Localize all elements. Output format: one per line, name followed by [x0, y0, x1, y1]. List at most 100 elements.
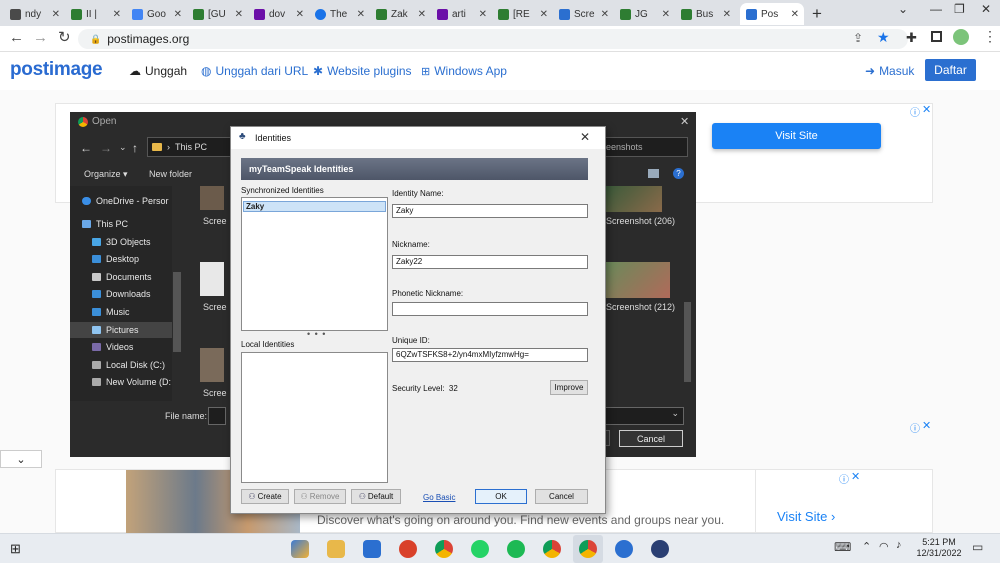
- ok-button[interactable]: OK: [475, 489, 527, 504]
- teamspeak-icon[interactable]: [615, 540, 633, 558]
- list-item[interactable]: Zaky: [243, 201, 386, 212]
- nav-item-local-disk[interactable]: Local Disk (C:): [92, 360, 165, 370]
- close-tab-icon[interactable]: ✕: [235, 9, 243, 20]
- file-explorer-icon[interactable]: [327, 540, 345, 558]
- whatsapp-icon[interactable]: [471, 540, 489, 558]
- collapse-button[interactable]: ⌄: [0, 450, 42, 468]
- ad-info-icon[interactable]: ⓘ: [910, 104, 920, 119]
- windows-app-link[interactable]: ⊞ Windows App: [421, 64, 507, 78]
- help-icon[interactable]: ?: [673, 168, 684, 179]
- up-icon[interactable]: ↑: [132, 141, 138, 155]
- browser-tab[interactable]: The ✕: [309, 3, 370, 25]
- browser-tab[interactable]: [GU ✕: [187, 3, 248, 25]
- splitter-handle[interactable]: • • •: [307, 329, 326, 339]
- close-tab-icon[interactable]: ✕: [418, 9, 426, 20]
- close-tab-icon[interactable]: ✕: [479, 9, 487, 20]
- close-tab-icon[interactable]: ✕: [540, 9, 548, 20]
- close-tab-icon[interactable]: ✕: [662, 9, 670, 20]
- close-tab-icon[interactable]: ✕: [113, 9, 121, 20]
- star-icon[interactable]: ★: [877, 29, 890, 46]
- local-list[interactable]: [241, 352, 388, 483]
- new-folder-button[interactable]: New folder: [149, 169, 192, 179]
- close-tab-icon[interactable]: ✕: [791, 9, 799, 20]
- remove-button[interactable]: ⚇ Remove: [294, 489, 346, 504]
- nav-item-desktop[interactable]: Desktop: [92, 254, 139, 264]
- search-box[interactable]: reenshots: [596, 137, 688, 157]
- nav-item-this-pc[interactable]: This PC: [82, 219, 128, 229]
- address-bar[interactable]: 🔒 postimages.org: [78, 29, 908, 49]
- chevron-down-icon[interactable]: ⌄: [119, 142, 127, 153]
- browser-tab[interactable]: Scre ✕: [553, 3, 614, 25]
- browser-tab[interactable]: dov ✕: [248, 3, 309, 25]
- browser-tab[interactable]: Goo ✕: [126, 3, 187, 25]
- menu-icon[interactable]: ⋮: [983, 28, 997, 45]
- mail-icon[interactable]: [363, 540, 381, 558]
- content-scrollbar[interactable]: [684, 302, 691, 382]
- ad-close-icon[interactable]: ✕: [922, 419, 931, 432]
- thumbnail[interactable]: [200, 262, 224, 296]
- browser-tab[interactable]: II | ✕: [65, 3, 126, 25]
- nav-item-pictures[interactable]: Pictures: [92, 325, 139, 335]
- nav-item-3d-objects[interactable]: 3D Objects: [92, 237, 151, 247]
- notification-icon[interactable]: ▭: [972, 540, 983, 554]
- ad-visit-button[interactable]: Visit Site: [712, 123, 881, 149]
- cancel-button[interactable]: Cancel: [619, 430, 683, 447]
- thumbnail[interactable]: [200, 348, 224, 382]
- close-icon[interactable]: ✕: [580, 130, 590, 144]
- organize-button[interactable]: Organize ▾: [84, 169, 128, 180]
- identity-name-field[interactable]: Zaky: [392, 204, 588, 218]
- close-tab-icon[interactable]: ✕: [52, 9, 60, 20]
- create-button[interactable]: ⚇ Create: [241, 489, 289, 504]
- spotify-icon[interactable]: [507, 540, 525, 558]
- restore-icon[interactable]: ❐: [954, 2, 965, 16]
- keyboard-icon[interactable]: ⌨: [834, 540, 851, 554]
- phonetic-field[interactable]: [392, 302, 588, 316]
- nav-scrollbar[interactable]: [173, 272, 181, 352]
- browser-tab[interactable]: ndy ✕: [4, 3, 65, 25]
- browser-tab[interactable]: [RE ✕: [492, 3, 553, 25]
- minimize-icon[interactable]: —: [930, 2, 942, 16]
- close-tab-icon[interactable]: ✕: [357, 9, 365, 20]
- plugins-link[interactable]: ✱ Website plugins: [313, 64, 412, 78]
- reload-icon[interactable]: ↻: [58, 28, 71, 46]
- file-type-select[interactable]: ⌄: [596, 407, 684, 425]
- cancel-button[interactable]: Cancel: [535, 489, 588, 504]
- register-button[interactable]: Daftar: [925, 59, 976, 81]
- close-tab-icon[interactable]: ✕: [296, 9, 304, 20]
- improve-button[interactable]: Improve: [550, 380, 588, 395]
- close-tab-icon[interactable]: ✕: [723, 9, 731, 20]
- nav-item-onedrive[interactable]: OneDrive - Persor: [82, 196, 169, 206]
- ad-close-icon[interactable]: ✕: [922, 103, 931, 116]
- new-tab-icon[interactable]: +: [812, 4, 822, 24]
- browser-tab[interactable]: Bus ✕: [675, 3, 736, 25]
- thumbnail[interactable]: [606, 186, 662, 212]
- extensions-icon[interactable]: ✚: [906, 30, 917, 46]
- ad-info-icon[interactable]: ⓘ: [839, 471, 849, 486]
- close-icon[interactable]: ✕: [680, 115, 689, 128]
- forward-icon[interactable]: →: [100, 141, 112, 155]
- start-icon[interactable]: ⊞: [10, 541, 21, 557]
- sidepanel-icon[interactable]: [931, 31, 942, 42]
- share-icon[interactable]: ⇪: [853, 31, 863, 45]
- chevron-down-icon[interactable]: ⌄: [898, 2, 908, 16]
- ad-close-icon[interactable]: ✕: [851, 470, 860, 483]
- site-logo[interactable]: postimage: [10, 59, 103, 81]
- close-tab-icon[interactable]: ✕: [601, 9, 609, 20]
- back-icon[interactable]: ←: [80, 141, 92, 155]
- store-icon[interactable]: [291, 540, 309, 558]
- upload-link[interactable]: ☁ Unggah: [129, 64, 187, 78]
- browser-tab-active[interactable]: Pos ✕: [740, 3, 804, 25]
- app-circle-icon[interactable]: [651, 540, 669, 558]
- login-link[interactable]: ➜ Masuk: [865, 64, 914, 78]
- close-window-icon[interactable]: ✕: [981, 2, 991, 16]
- forward-icon[interactable]: →: [33, 29, 48, 46]
- wifi-icon[interactable]: ◠: [879, 540, 889, 553]
- thumbnail[interactable]: [200, 186, 224, 210]
- path-bar[interactable]: › This PC: [147, 137, 239, 157]
- app-icon[interactable]: [399, 540, 417, 558]
- chrome-active-icon[interactable]: [579, 540, 597, 558]
- avatar[interactable]: [953, 29, 969, 45]
- nav-item-documents[interactable]: Documents: [92, 272, 152, 282]
- volume-icon[interactable]: ♪: [896, 539, 902, 551]
- clock[interactable]: 5:21 PM 12/31/2022: [915, 537, 963, 559]
